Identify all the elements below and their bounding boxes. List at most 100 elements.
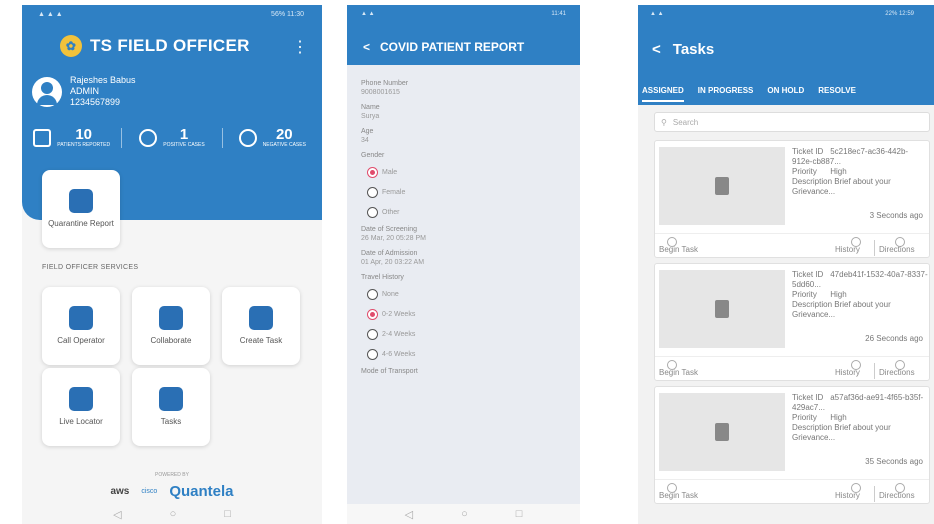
directions-button[interactable]: Directions bbox=[879, 491, 915, 500]
task-actions: Begin Task History Directions bbox=[655, 233, 929, 257]
recents-nav-icon[interactable]: □ bbox=[516, 508, 523, 520]
services-heading: FIELD OFFICER SERVICES bbox=[42, 264, 139, 271]
stat-positive-cases[interactable]: 1 POSITIVE CASES bbox=[122, 126, 223, 148]
history-button[interactable]: History bbox=[835, 368, 860, 377]
stats-row: 10 PATIENTS REPORTED 1 POSITIVE CASES 20… bbox=[22, 120, 322, 156]
travel-option-0-2-weeks[interactable]: 0-2 Weeks bbox=[367, 307, 561, 321]
radio-icon bbox=[367, 348, 378, 360]
gender-option-male[interactable]: Male bbox=[367, 165, 561, 179]
stat-number: 1 bbox=[179, 126, 189, 143]
begin-task-button[interactable]: Begin Task bbox=[659, 491, 698, 500]
device-icon bbox=[715, 177, 729, 195]
tab-assigned[interactable]: ASSIGNED bbox=[642, 86, 684, 102]
powered-by-label: POWERED BY bbox=[155, 472, 189, 478]
patient-report-screen: ▲ ▲ 11:41 < COVID PATIENT REPORT Phone N… bbox=[347, 5, 580, 524]
description-label: Description bbox=[792, 177, 833, 186]
aws-logo: aws bbox=[110, 486, 130, 497]
live-locator-tile[interactable]: Live Locator bbox=[42, 368, 120, 446]
home-nav-icon[interactable]: ○ bbox=[170, 508, 177, 520]
stat-negative-cases[interactable]: 20 NEGATIVE CASES bbox=[223, 126, 322, 148]
user-role: ADMIN bbox=[70, 86, 99, 96]
radio-icon bbox=[367, 186, 378, 198]
tasks-screen: ▲ ▲ 22% 12:59 < Tasks ASSIGNED IN PROGRE… bbox=[638, 5, 934, 524]
more-menu-icon[interactable]: ⋮ bbox=[292, 37, 308, 57]
age-label: Age bbox=[361, 128, 374, 135]
app-title-text: TS FIELD OFFICER bbox=[90, 36, 250, 55]
back-arrow-icon[interactable]: < bbox=[363, 40, 370, 54]
travel-option-4-6-weeks[interactable]: 4-6 Weeks bbox=[367, 347, 561, 361]
tab-resolved[interactable]: RESOLVE bbox=[818, 86, 856, 95]
task-actions: Begin Task History Directions bbox=[655, 356, 929, 380]
task-image-placeholder bbox=[659, 147, 785, 225]
quarantine-report-tile[interactable]: Quarantine Report bbox=[42, 170, 120, 248]
avatar[interactable] bbox=[32, 77, 62, 107]
check-icon bbox=[238, 129, 257, 147]
directions-button[interactable]: Directions bbox=[879, 368, 915, 377]
task-image-placeholder bbox=[659, 393, 785, 471]
stat-label: POSITIVE CASES bbox=[163, 142, 205, 148]
radio-icon bbox=[367, 288, 378, 300]
gender-label: Gender bbox=[361, 152, 385, 159]
gender-option-other[interactable]: Other bbox=[367, 205, 561, 219]
recents-nav-icon[interactable]: □ bbox=[224, 508, 231, 520]
tasks-tile[interactable]: Tasks bbox=[132, 368, 210, 446]
task-card[interactable]: Ticket ID 47deb41f-1532-40a7-8337-5dd60.… bbox=[654, 263, 930, 381]
name-value[interactable]: Surya bbox=[361, 112, 561, 121]
operator-icon bbox=[69, 306, 93, 330]
begin-task-button[interactable]: Begin Task bbox=[659, 245, 698, 254]
divider bbox=[874, 363, 875, 379]
people-location-icon bbox=[69, 387, 93, 411]
history-button[interactable]: History bbox=[835, 491, 860, 500]
age-value[interactable]: 34 bbox=[361, 136, 561, 145]
clipboard-plus-icon bbox=[249, 306, 273, 330]
stat-number: 20 bbox=[275, 126, 293, 143]
back-nav-icon[interactable]: ◁ bbox=[405, 508, 413, 521]
tab-on-hold[interactable]: ON HOLD bbox=[767, 86, 804, 95]
stat-patients-reported[interactable]: 10 PATIENTS REPORTED bbox=[22, 127, 123, 148]
status-signal: ▲ ▲ ▲ bbox=[38, 11, 63, 18]
device-icon bbox=[715, 300, 729, 318]
tile-label: Call Operator bbox=[57, 336, 105, 345]
status-battery-time: 11:41 bbox=[551, 11, 566, 17]
time-ago: 3 Seconds ago bbox=[869, 211, 923, 220]
history-button[interactable]: History bbox=[835, 245, 860, 254]
search-input[interactable]: ⚲ Search bbox=[654, 112, 930, 132]
phone-value[interactable]: 9008001615 bbox=[361, 88, 561, 97]
option-label: None bbox=[382, 290, 399, 298]
tile-label: Quarantine Report bbox=[48, 219, 114, 228]
directions-button[interactable]: Directions bbox=[879, 245, 915, 254]
task-card[interactable]: Ticket ID a57af36d-ae91-4f65-b35f-429ac7… bbox=[654, 386, 930, 504]
user-phone: 1234567899 bbox=[70, 97, 121, 107]
user-info: Rajeshes Babus ADMIN 1234567899 bbox=[70, 75, 136, 108]
ticket-label: Ticket ID bbox=[792, 147, 824, 156]
collaborate-tile[interactable]: Collaborate bbox=[132, 287, 210, 365]
task-image-placeholder bbox=[659, 270, 785, 348]
call-operator-tile[interactable]: Call Operator bbox=[42, 287, 120, 365]
status-signal: ▲ ▲ bbox=[650, 11, 664, 17]
folder-icon bbox=[69, 189, 93, 213]
tile-label: Live Locator bbox=[59, 417, 103, 426]
tab-in-progress[interactable]: IN PROGRESS bbox=[698, 86, 754, 95]
screening-date-value[interactable]: 26 Mar, 20 05:28 PM bbox=[361, 234, 561, 243]
dashboard-screen: ▲ ▲ ▲ 56% 11:30 ✿ TS FIELD OFFICER ⋮ Raj… bbox=[22, 5, 322, 524]
status-battery-time: 56% 11:30 bbox=[271, 11, 304, 18]
begin-task-button[interactable]: Begin Task bbox=[659, 368, 698, 377]
task-card[interactable]: Ticket ID 5c218ec7-ac36-442b-912e-cb887.… bbox=[654, 140, 930, 258]
home-nav-icon[interactable]: ○ bbox=[461, 508, 468, 520]
app-title: ✿ TS FIELD OFFICER bbox=[60, 35, 250, 57]
status-battery-time: 22% 12:59 bbox=[885, 11, 914, 17]
back-nav-icon[interactable]: ◁ bbox=[113, 508, 121, 521]
radio-icon bbox=[367, 328, 378, 340]
travel-history-label: Travel History bbox=[361, 274, 404, 281]
travel-option-none[interactable]: None bbox=[367, 287, 561, 301]
create-task-tile[interactable]: Create Task bbox=[222, 287, 300, 365]
gender-option-female[interactable]: Female bbox=[367, 185, 561, 199]
tile-label: Collaborate bbox=[150, 336, 192, 345]
back-arrow-icon[interactable]: < bbox=[652, 41, 661, 58]
option-label: 0-2 Weeks bbox=[382, 310, 416, 318]
screening-date-label: Date of Screening bbox=[361, 226, 418, 233]
admission-date-value[interactable]: 01 Apr, 20 03:22 AM bbox=[361, 258, 561, 267]
option-label: 2-4 Weeks bbox=[382, 330, 416, 338]
status-bar: ▲ ▲ 22% 12:59 bbox=[650, 11, 914, 17]
travel-option-2-4-weeks[interactable]: 2-4 Weeks bbox=[367, 327, 561, 341]
